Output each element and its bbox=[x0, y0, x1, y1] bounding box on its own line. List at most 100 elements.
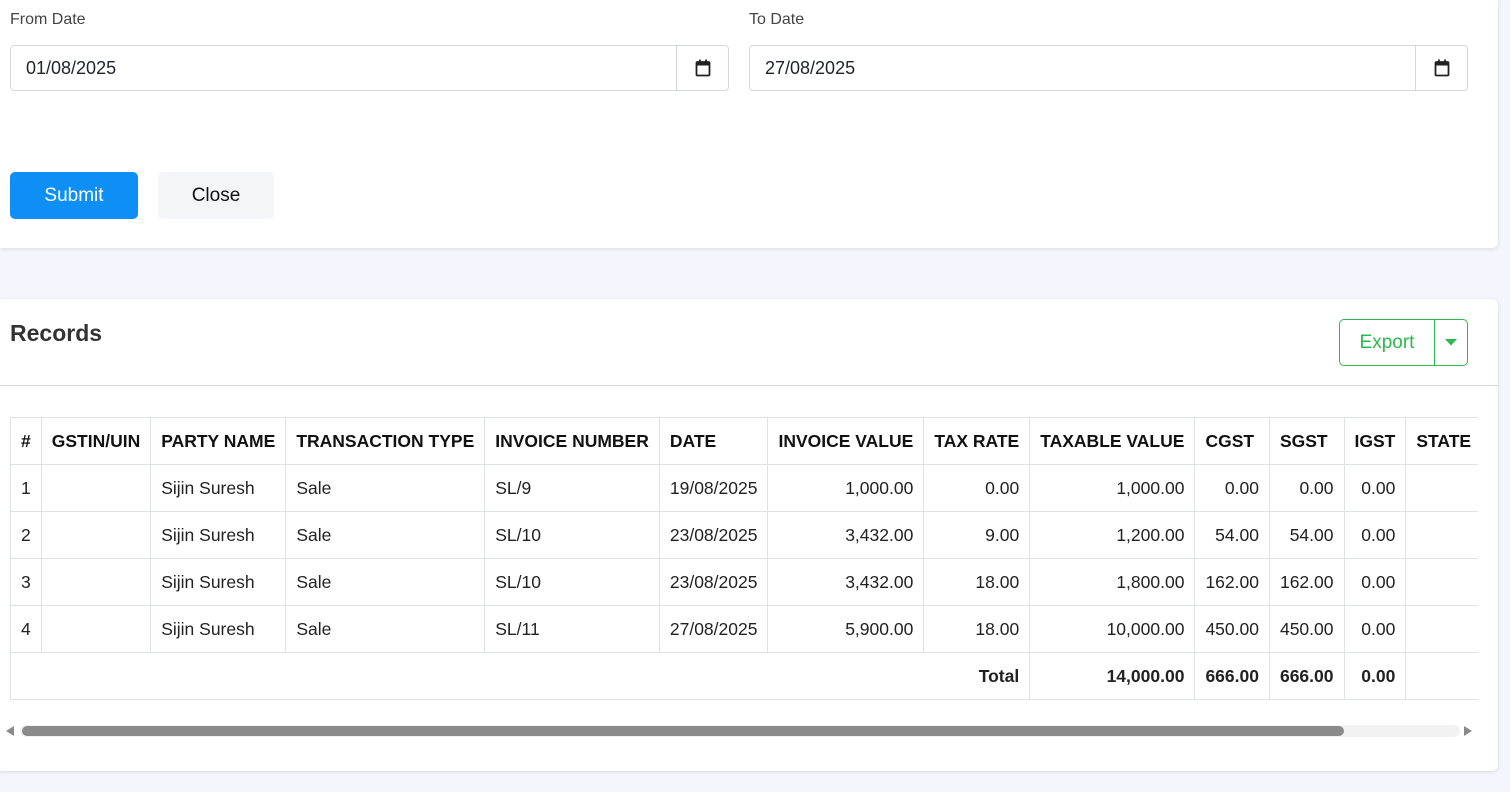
records-table: # GSTIN/UIN PARTY NAME TRANSACTION TYPE … bbox=[10, 417, 1478, 700]
cell-party-name: Sijin Suresh bbox=[150, 511, 287, 559]
table-row: 2 Sijin Suresh Sale SL/10 23/08/2025 3,4… bbox=[10, 511, 1478, 559]
cell-invoice-number: SL/11 bbox=[484, 605, 660, 653]
column-header-igst: IGST bbox=[1343, 417, 1407, 465]
filter-card: From Date 01/08/2025 To Date 27/08/2025 … bbox=[0, 0, 1498, 248]
cell-gstin bbox=[40, 605, 152, 653]
cell-party-name: Sijin Suresh bbox=[150, 605, 287, 653]
cell-invoice-value: 3,432.00 bbox=[767, 558, 925, 606]
records-table-container: # GSTIN/UIN PARTY NAME TRANSACTION TYPE … bbox=[10, 417, 1478, 703]
total-igst: 0.00 bbox=[1343, 652, 1407, 700]
column-header-state: STATE bbox=[1405, 417, 1478, 465]
cell-date: 23/08/2025 bbox=[658, 558, 769, 606]
close-button[interactable]: Close bbox=[158, 172, 274, 219]
caret-down-icon bbox=[1445, 339, 1457, 346]
table-row: 1 Sijin Suresh Sale SL/9 19/08/2025 1,00… bbox=[10, 464, 1478, 512]
cell-invoice-number: SL/10 bbox=[484, 558, 660, 606]
cell-transaction-type: Sale bbox=[285, 558, 486, 606]
export-dropdown-toggle[interactable] bbox=[1434, 320, 1467, 365]
export-button[interactable]: Export bbox=[1340, 320, 1434, 365]
cell-date: 19/08/2025 bbox=[658, 464, 769, 512]
cell-invoice-number: SL/10 bbox=[484, 511, 660, 559]
cell-cgst: 54.00 bbox=[1194, 511, 1270, 559]
cell-state bbox=[1405, 605, 1478, 653]
cell-transaction-type: Sale bbox=[285, 605, 486, 653]
from-date-label: From Date bbox=[10, 11, 86, 28]
column-header-sgst: SGST bbox=[1268, 417, 1345, 465]
from-date-calendar-button[interactable] bbox=[676, 46, 728, 90]
cell-sgst: 54.00 bbox=[1268, 511, 1345, 559]
cell-tax-rate: 18.00 bbox=[923, 605, 1031, 653]
table-header-row: # GSTIN/UIN PARTY NAME TRANSACTION TYPE … bbox=[10, 417, 1478, 465]
cell-tax-rate: 0.00 bbox=[923, 464, 1031, 512]
cell-transaction-type: Sale bbox=[285, 511, 486, 559]
cell-tax-rate: 18.00 bbox=[923, 558, 1031, 606]
column-header-date: DATE bbox=[658, 417, 769, 465]
cell-cgst: 450.00 bbox=[1194, 605, 1270, 653]
cell-invoice-number: SL/9 bbox=[484, 464, 660, 512]
total-sgst: 666.00 bbox=[1268, 652, 1345, 700]
column-header-tax-rate: TAX RATE bbox=[923, 417, 1031, 465]
cell-sgst: 450.00 bbox=[1268, 605, 1345, 653]
cell-taxable-value: 10,000.00 bbox=[1029, 605, 1196, 653]
cell-state bbox=[1405, 464, 1478, 512]
cell-tax-rate: 9.00 bbox=[923, 511, 1031, 559]
column-header-party-name: PARTY NAME bbox=[150, 417, 287, 465]
cell-taxable-value: 1,000.00 bbox=[1029, 464, 1196, 512]
records-card: Records Export # GSTIN/UIN PARTY NAME TR… bbox=[0, 299, 1498, 771]
from-date-value[interactable]: 01/08/2025 bbox=[11, 58, 676, 79]
calendar-icon bbox=[1434, 59, 1449, 77]
cell-transaction-type: Sale bbox=[285, 464, 486, 512]
from-date-input[interactable]: 01/08/2025 bbox=[10, 45, 729, 91]
cell-state bbox=[1405, 511, 1478, 559]
total-taxable-value: 14,000.00 bbox=[1029, 652, 1196, 700]
export-button-group: Export bbox=[1339, 319, 1468, 366]
cell-sgst: 162.00 bbox=[1268, 558, 1345, 606]
column-header-transaction-type: TRANSACTION TYPE bbox=[285, 417, 486, 465]
cell-invoice-value: 3,432.00 bbox=[767, 511, 925, 559]
to-date-value[interactable]: 27/08/2025 bbox=[750, 58, 1415, 79]
column-header-taxable-value: TAXABLE VALUE bbox=[1029, 417, 1196, 465]
divider bbox=[0, 385, 1498, 386]
cell-index: 3 bbox=[10, 558, 42, 606]
scroll-left-arrow-icon[interactable] bbox=[6, 726, 14, 736]
column-header-gstin: GSTIN/UIN bbox=[40, 417, 152, 465]
cell-taxable-value: 1,800.00 bbox=[1029, 558, 1196, 606]
submit-button[interactable]: Submit bbox=[10, 172, 138, 219]
cell-invoice-value: 5,900.00 bbox=[767, 605, 925, 653]
cell-invoice-value: 1,000.00 bbox=[767, 464, 925, 512]
cell-igst: 0.00 bbox=[1343, 511, 1407, 559]
cell-party-name: Sijin Suresh bbox=[150, 558, 287, 606]
cell-cgst: 162.00 bbox=[1194, 558, 1270, 606]
cell-index: 2 bbox=[10, 511, 42, 559]
cell-date: 27/08/2025 bbox=[658, 605, 769, 653]
cell-index: 4 bbox=[10, 605, 42, 653]
cell-igst: 0.00 bbox=[1343, 464, 1407, 512]
records-title: Records bbox=[10, 320, 103, 346]
cell-igst: 0.00 bbox=[1343, 605, 1407, 653]
cell-state bbox=[1405, 558, 1478, 606]
total-state bbox=[1405, 652, 1478, 700]
cell-cgst: 0.00 bbox=[1194, 464, 1270, 512]
table-total-row: Total 14,000.00 666.00 666.00 0.00 bbox=[10, 652, 1478, 700]
column-header-invoice-value: INVOICE VALUE bbox=[767, 417, 925, 465]
cell-gstin bbox=[40, 464, 152, 512]
column-header-invoice-number: INVOICE NUMBER bbox=[484, 417, 660, 465]
scroll-right-arrow-icon[interactable] bbox=[1464, 726, 1472, 736]
total-label: Total bbox=[10, 652, 1031, 700]
scroll-thumb[interactable] bbox=[22, 726, 1344, 736]
column-header-index: # bbox=[10, 417, 42, 465]
cell-index: 1 bbox=[10, 464, 42, 512]
cell-sgst: 0.00 bbox=[1268, 464, 1345, 512]
table-row: 3 Sijin Suresh Sale SL/10 23/08/2025 3,4… bbox=[10, 558, 1478, 606]
cell-igst: 0.00 bbox=[1343, 558, 1407, 606]
cell-gstin bbox=[40, 511, 152, 559]
to-date-calendar-button[interactable] bbox=[1415, 46, 1467, 90]
to-date-label: To Date bbox=[749, 11, 805, 28]
total-cgst: 666.00 bbox=[1194, 652, 1270, 700]
calendar-icon bbox=[695, 59, 710, 77]
cell-date: 23/08/2025 bbox=[658, 511, 769, 559]
column-header-cgst: CGST bbox=[1194, 417, 1270, 465]
to-date-input[interactable]: 27/08/2025 bbox=[749, 45, 1468, 91]
horizontal-scrollbar[interactable] bbox=[0, 719, 1478, 743]
cell-party-name: Sijin Suresh bbox=[150, 464, 287, 512]
